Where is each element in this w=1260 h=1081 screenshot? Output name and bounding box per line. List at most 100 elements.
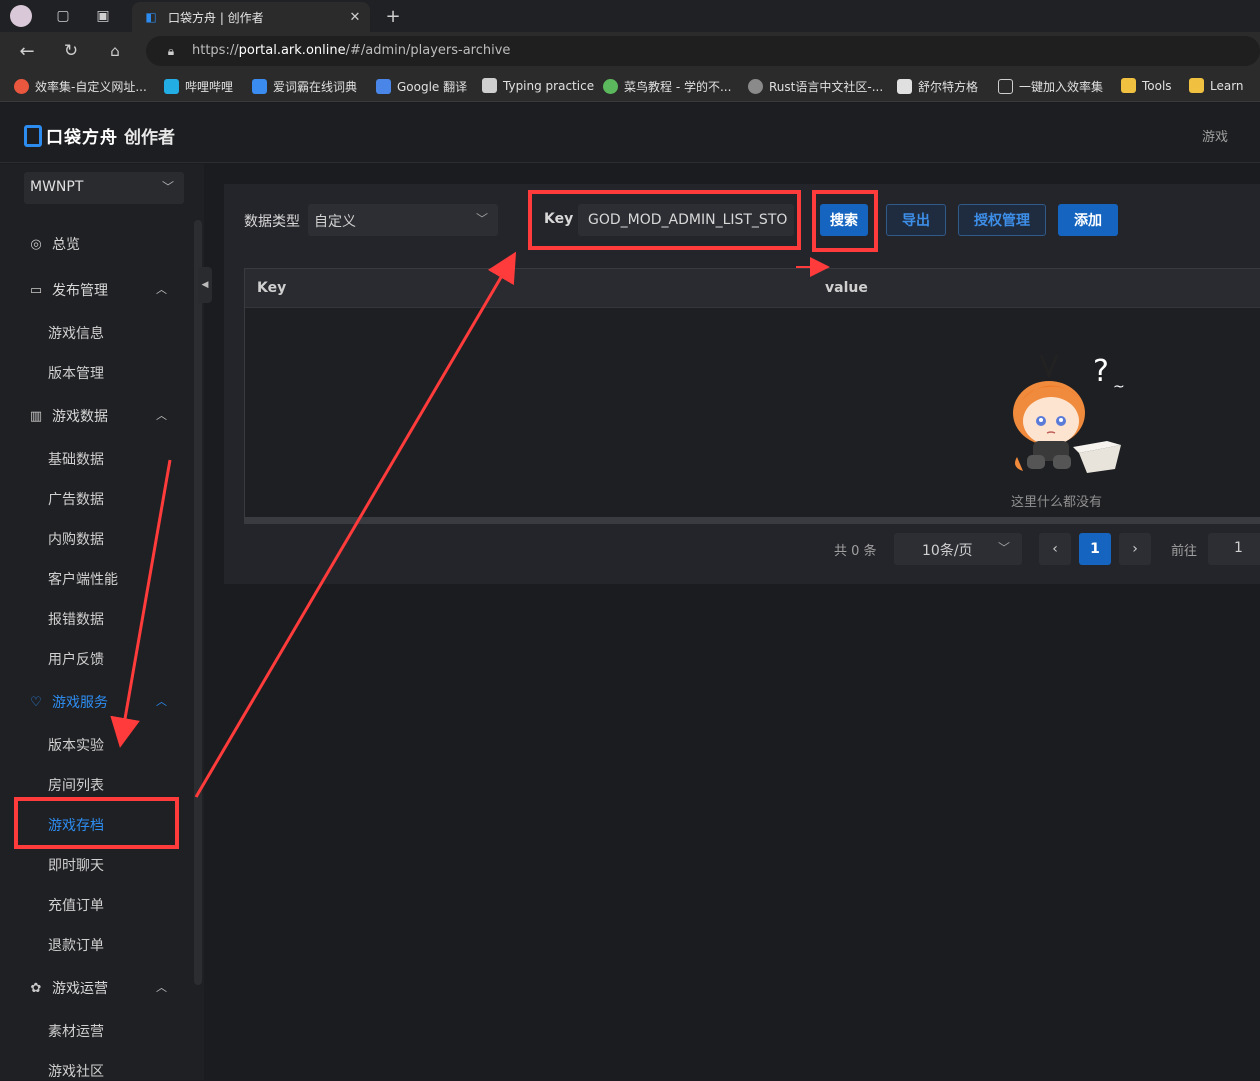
profile-avatar[interactable] — [10, 5, 32, 27]
chevron-down-icon: ﹀ — [475, 212, 488, 226]
sidebar-item-iap-data[interactable]: 内购数据 — [48, 529, 104, 549]
prev-page-button[interactable]: ‹ — [1039, 533, 1071, 565]
workspaces-icon[interactable]: ▢ — [52, 5, 74, 27]
sidebar-item-game-info[interactable]: 游戏信息 — [48, 323, 104, 343]
app-logo[interactable]: 口袋方舟 — [24, 123, 118, 148]
browser-tab-bar: ▢ ▣ ◧ 口袋方舟 | 创作者 ✕ + — [0, 0, 1260, 32]
data-type-value: 自定义 — [314, 214, 356, 230]
pagination-total: 共 0 条 — [834, 544, 877, 559]
bookmark-item[interactable]: Rust语言中文社区-... — [748, 78, 883, 95]
bookmark-favicon-icon — [14, 79, 29, 94]
bookmark-item[interactable]: 舒尔特方格 — [897, 78, 978, 95]
bookmark-item[interactable]: 一键加入效率集 — [998, 78, 1103, 95]
project-select[interactable]: MWNPT ﹀ — [24, 172, 184, 204]
page-number-current[interactable]: 1 — [1079, 533, 1111, 565]
sidebar-item-chat[interactable]: 即时聊天 — [48, 855, 104, 875]
tab-actions-icon[interactable]: ▣ — [92, 5, 114, 27]
bookmark-item[interactable]: 爱词霸在线词典 — [252, 78, 357, 95]
svg-text:?: ? — [1093, 354, 1109, 389]
sidebar-item-room-list[interactable]: 房间列表 — [48, 775, 104, 795]
chevron-left-icon: ‹ — [1052, 541, 1058, 557]
url-field[interactable]: 🔒︎ https://portal.ark.online/#/admin/pla… — [146, 36, 1260, 66]
chevron-up-icon[interactable]: ︿ — [156, 693, 167, 709]
column-header-key: Key — [257, 280, 287, 296]
sidebar-item-overview[interactable]: ◎ 总览 — [28, 234, 80, 254]
bookmark-item[interactable]: 菜鸟教程 - 学的不... — [603, 78, 731, 95]
lock-icon[interactable]: 🔒︎ — [160, 40, 182, 62]
table-header: Key value — [245, 269, 1260, 308]
bookmark-item[interactable]: Google 翻译 — [376, 78, 467, 95]
key-input[interactable] — [578, 204, 794, 236]
sidebar-item-game-archive[interactable]: 游戏存档 — [48, 815, 104, 835]
sidebar-item-client-perf[interactable]: 客户端性能 — [48, 569, 118, 589]
badge-icon: ✿ — [30, 980, 42, 996]
close-tab-icon[interactable]: ✕ — [344, 6, 366, 28]
page-size-value: 10条/页 — [922, 543, 973, 559]
chevron-up-icon[interactable]: ︿ — [156, 407, 167, 423]
sidebar-item-feedback[interactable]: 用户反馈 — [48, 649, 104, 669]
page-title: 创作者 — [124, 128, 175, 148]
chevron-up-icon[interactable]: ︿ — [156, 979, 167, 995]
add-button[interactable]: 添加 — [1058, 204, 1118, 236]
sidebar-group-label: 发布管理 — [52, 283, 108, 299]
bookmark-favicon-icon — [603, 79, 618, 94]
logo-text: 口袋方舟 — [46, 128, 118, 148]
sidebar-item-community[interactable]: 游戏社区 — [48, 1061, 104, 1081]
export-button[interactable]: 导出 — [886, 204, 946, 236]
auth-management-button[interactable]: 授权管理 — [958, 204, 1046, 236]
logo-mark-icon — [24, 124, 42, 147]
goto-page-value: 1 — [1234, 540, 1243, 556]
sidebar-group-data[interactable]: ▥ 游戏数据 — [28, 406, 108, 426]
table-horizontal-scrollbar[interactable] — [245, 517, 1260, 523]
bookmark-favicon-icon — [252, 79, 267, 94]
sidebar-group-label: 游戏运营 — [52, 981, 108, 997]
back-icon[interactable]: ← — [16, 40, 38, 62]
sidebar-item-refund-orders[interactable]: 退款订单 — [48, 935, 104, 955]
caret-left-icon: ◀ — [201, 280, 209, 290]
reload-icon[interactable]: ↻ — [60, 40, 82, 62]
gamepad-icon: ◎ — [30, 236, 42, 252]
goto-page-input[interactable]: 1 — [1208, 533, 1260, 565]
header-nav-game[interactable]: 游戏 — [1202, 126, 1228, 145]
archive-panel: 数据类型 自定义 ﹀ Key 搜索 导出 授权管理 添加 Key value — [224, 184, 1260, 584]
archive-table: Key value ? ~ 这里什么都没有 — [244, 268, 1260, 524]
sidebar-item-version-experiment[interactable]: 版本实验 — [48, 735, 104, 755]
next-page-button[interactable]: › — [1119, 533, 1151, 565]
data-type-select[interactable]: 自定义 ﹀ — [308, 204, 498, 236]
folder-icon — [1189, 78, 1204, 93]
browser-tab-active[interactable]: ◧ 口袋方舟 | 创作者 ✕ — [132, 2, 370, 32]
site-favicon-icon: ◧ — [145, 10, 157, 24]
bookmark-folder[interactable]: Learn — [1189, 78, 1244, 93]
sidebar-group-publish[interactable]: ▭ 发布管理 — [28, 280, 108, 300]
chevron-up-icon[interactable]: ︿ — [156, 281, 167, 297]
column-header-value: value — [825, 280, 868, 296]
sidebar-scrollbar[interactable] — [194, 220, 202, 985]
bookmark-item[interactable]: 哔哩哔哩 — [164, 78, 233, 95]
bookmark-folder[interactable]: Tools — [1121, 78, 1172, 93]
home-icon[interactable]: ⌂ — [104, 40, 126, 62]
tab-title: 口袋方舟 | 创作者 — [168, 11, 264, 25]
sidebar-item-basic-data[interactable]: 基础数据 — [48, 449, 104, 469]
sidebar-item-recharge-orders[interactable]: 充值订单 — [48, 895, 104, 915]
project-select-value: MWNPT — [30, 179, 84, 195]
folder-icon: ▭ — [29, 282, 43, 298]
goto-label: 前往 — [1171, 544, 1198, 559]
chart-icon: ▥ — [29, 408, 43, 424]
sidebar-item-error-data[interactable]: 报错数据 — [48, 609, 104, 629]
bookmark-item[interactable]: 效率集-自定义网址... — [14, 78, 147, 95]
heart-icon: ♡ — [30, 694, 42, 710]
bookmark-item[interactable]: Typing practice — [482, 78, 594, 93]
new-tab-icon[interactable]: + — [382, 5, 404, 27]
bookmark-favicon-icon — [164, 79, 179, 94]
sidebar-item-assets[interactable]: 素材运营 — [48, 1021, 104, 1041]
sidebar-group-ops[interactable]: ✿ 游戏运营 — [28, 978, 108, 998]
sidebar-item-version[interactable]: 版本管理 — [48, 363, 104, 383]
sidebar-item-ad-data[interactable]: 广告数据 — [48, 489, 104, 509]
page-size-select[interactable]: 10条/页 ﹀ — [894, 533, 1022, 565]
sidebar-group-service[interactable]: ♡ 游戏服务 — [28, 692, 108, 712]
empty-state-illustration: ? ~ — [1013, 354, 1125, 473]
app-header: 口袋方舟 创作者 游戏 — [0, 103, 1260, 163]
sidebar-group-label: 游戏数据 — [52, 409, 108, 425]
search-button[interactable]: 搜索 — [820, 204, 868, 236]
collapse-sidebar-button[interactable]: ◀ — [198, 267, 212, 303]
